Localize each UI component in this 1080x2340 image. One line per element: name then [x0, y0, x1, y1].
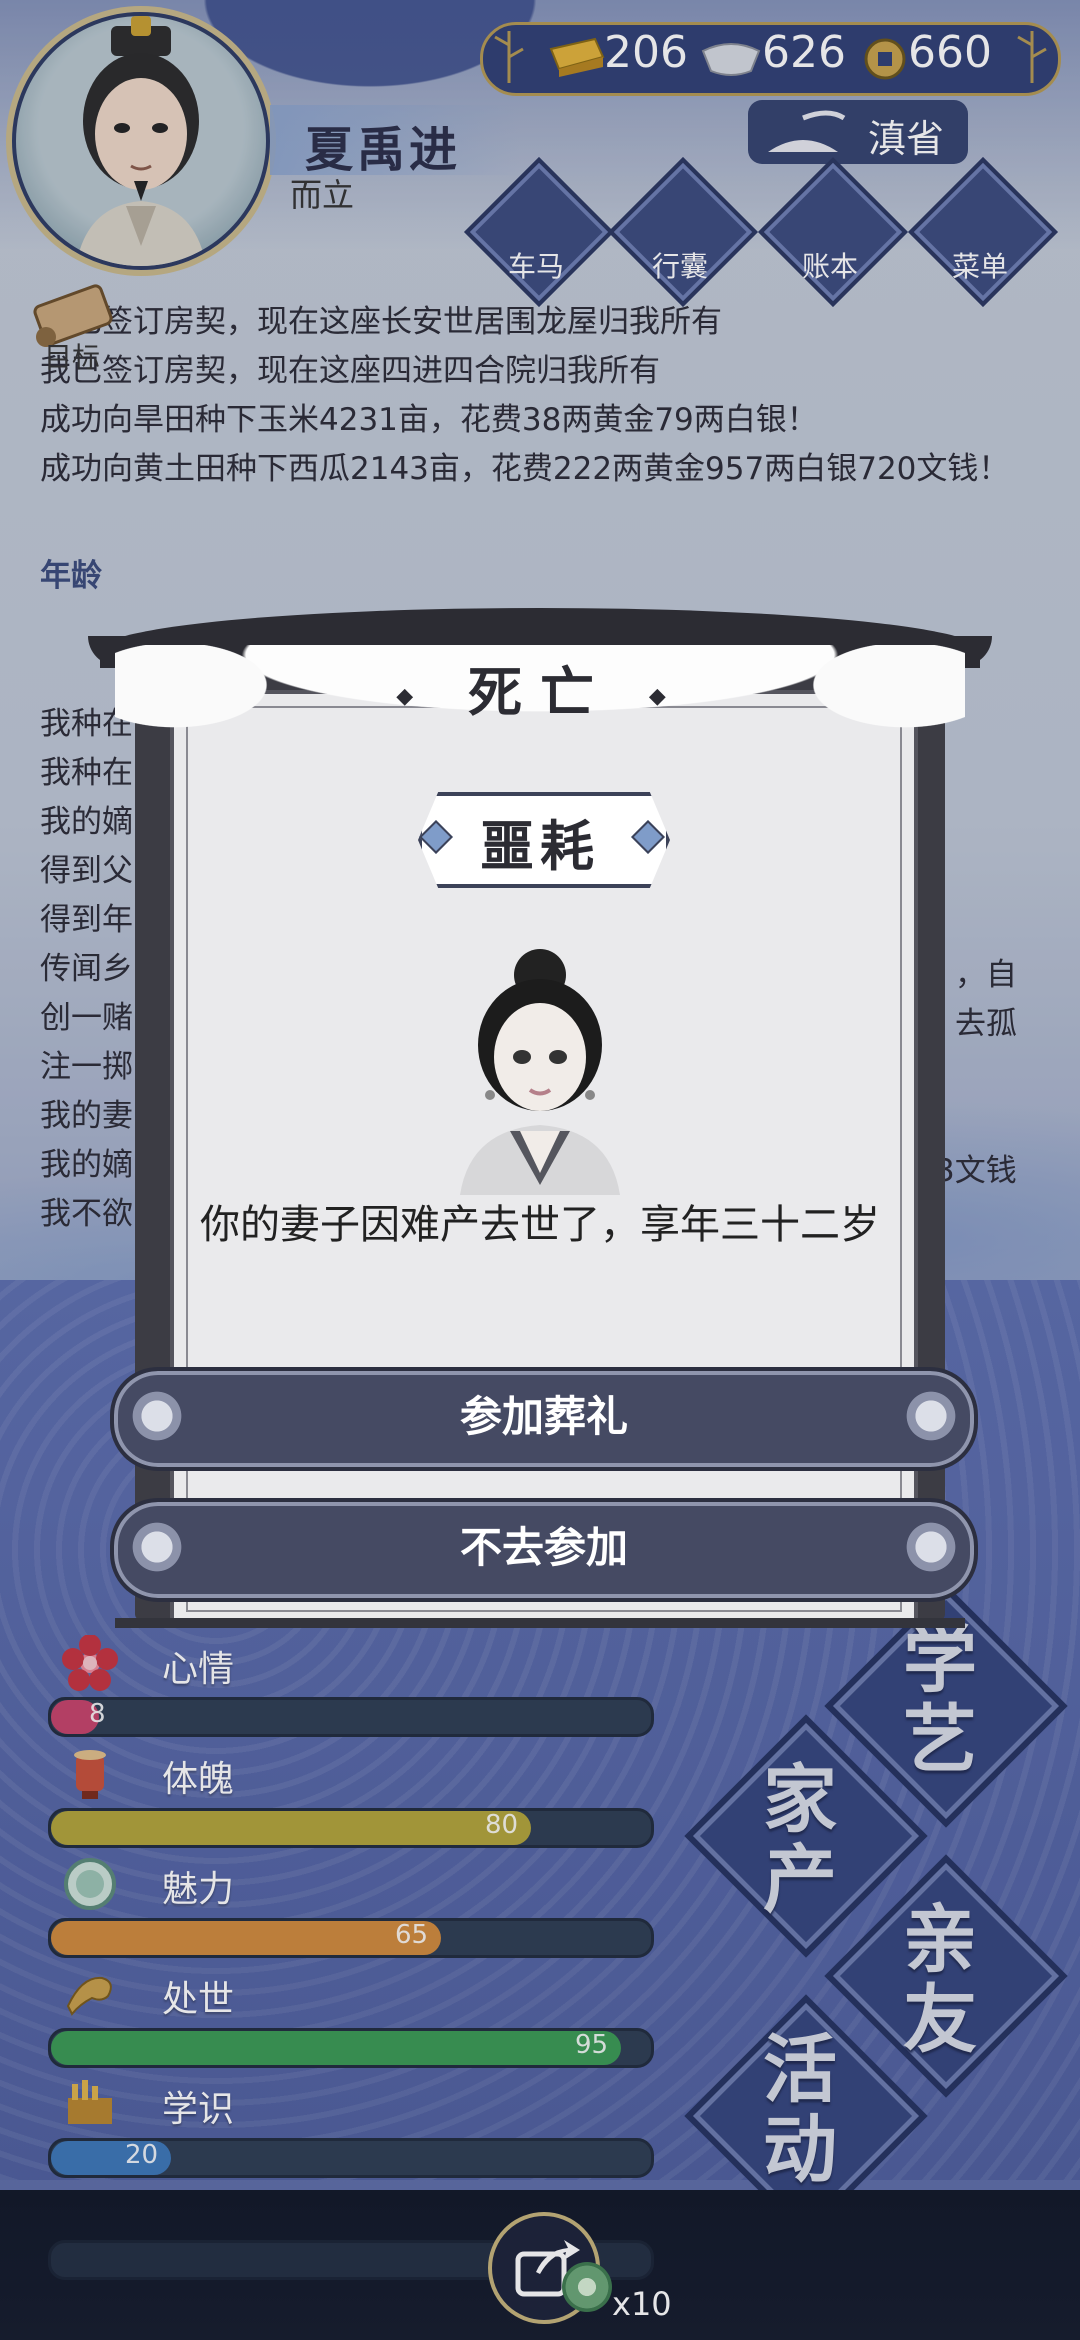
- attend-funeral-button[interactable]: 参加葬礼: [110, 1367, 978, 1471]
- cloud-ornament-icon: [126, 1385, 188, 1447]
- modal-title-text: 死亡: [468, 661, 612, 724]
- modal-message: 你的妻子因难产去世了，享年三十二岁: [200, 1202, 880, 1248]
- news-tag-text: 噩耗: [480, 815, 600, 878]
- title-dot-right-icon: ◆: [648, 683, 684, 709]
- skip-funeral-button[interactable]: 不去参加: [110, 1498, 978, 1602]
- modal-shelf: [115, 1618, 965, 1628]
- cloud-ornament-icon: [126, 1516, 188, 1578]
- modal-title: ◆ 死亡 ◆: [0, 648, 1080, 727]
- wife-portrait-icon: [460, 949, 620, 1195]
- skip-funeral-label: 不去参加: [459, 1523, 628, 1572]
- cloud-ornament-icon: [900, 1385, 962, 1447]
- attend-funeral-label: 参加葬礼: [459, 1392, 628, 1441]
- title-dot-left-icon: ◆: [396, 683, 432, 709]
- cloud-ornament-icon: [900, 1516, 962, 1578]
